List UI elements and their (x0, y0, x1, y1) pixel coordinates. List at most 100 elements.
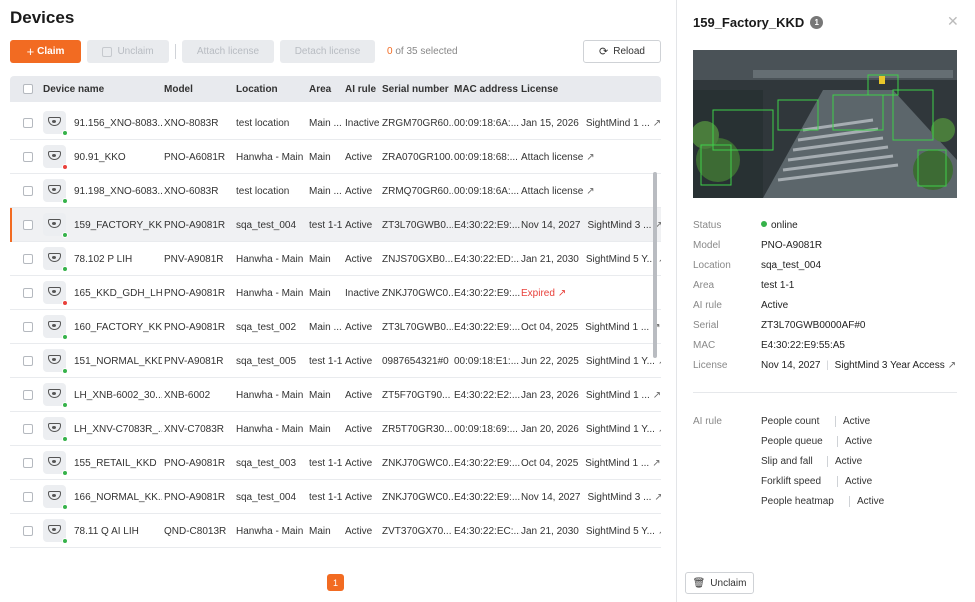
col-ai-rule[interactable]: AI rule (345, 84, 376, 95)
col-location[interactable]: Location (236, 84, 278, 95)
detail-value-model: PNO-A9081R (761, 240, 822, 251)
col-mac-address[interactable]: MAC address (454, 84, 518, 95)
ai-rule-divider (837, 476, 838, 487)
cell-model: XNB-6002 (164, 390, 211, 401)
cell-license[interactable]: Jun 22, 2025 SightMind 1 Y...↗ (521, 356, 661, 367)
camera-icon (43, 315, 68, 340)
close-icon[interactable]: ✕ (947, 13, 959, 30)
col-area[interactable]: Area (309, 84, 331, 95)
table-row[interactable]: 160_FACTORY_KKD PNO-A9081R sqa_test_002 Mai… (10, 310, 661, 344)
row-checkbox[interactable] (23, 492, 33, 502)
detail-value-text: test 1-1 (761, 280, 795, 291)
table-row[interactable]: 159_FACTORY_KKD PNO-A9081R sqa_test_004 tes… (10, 208, 661, 242)
unclaim-button[interactable]: Unclaim (87, 40, 169, 63)
claim-button[interactable]: + Claim (10, 40, 81, 63)
cell-license[interactable]: Nov 14, 2027 SightMind 3 ... ↗ (521, 492, 661, 503)
license-label: License (693, 360, 728, 371)
table-row[interactable]: LH_XNB-6002_30... XNB-6002 Hanwha - Main Ma… (10, 378, 661, 412)
cell-license[interactable]: Jan 15, 2026 SightMind 1 ... ↗ (521, 118, 661, 129)
row-checkbox[interactable] (23, 288, 33, 298)
cell-model: PNO-A9081R (164, 288, 226, 299)
status-dot (62, 470, 68, 476)
license-name: Expired (521, 288, 555, 299)
cell-device-name: 155_RETAIL_KKD (74, 458, 157, 469)
detail-label-model: Model (693, 240, 721, 251)
detail-value-text: ZT3L70GWB0000AF#0 (761, 320, 866, 331)
row-checkbox[interactable] (23, 356, 33, 366)
cell-location: Hanwha - Main (236, 152, 304, 163)
select-all-checkbox[interactable] (23, 84, 33, 94)
detail-divider (693, 392, 957, 393)
cell-license[interactable]: Expired ↗ (521, 288, 661, 299)
license-date: Jan 23, 2026 (521, 390, 579, 401)
cell-license[interactable]: Jan 20, 2026 SightMind 1 Y...↗ (521, 424, 661, 435)
cell-license[interactable]: Attach license ↗ (521, 152, 661, 163)
cell-license[interactable]: Jan 23, 2026 SightMind 1 ... ↗ (521, 390, 661, 401)
table-row[interactable]: 78.102 P LIH PNV-A9081R Hanwha - Main Main A… (10, 242, 661, 276)
table-row[interactable]: 78.11 Q AI LIH QND-C8013R Hanwha - Main Mai… (10, 514, 661, 548)
table-row[interactable]: 90.91_KKO PNO-A6081R Hanwha - Main Main Acti… (10, 140, 661, 174)
info-badge[interactable]: 1 (810, 16, 824, 29)
status-dot (62, 164, 68, 170)
cell-license[interactable]: Nov 14, 2027 SightMind 3 ... ↗ (521, 220, 661, 231)
row-checkbox[interactable] (23, 424, 33, 434)
row-checkbox[interactable] (23, 254, 33, 264)
ai-rule-divider (837, 436, 838, 447)
col-license[interactable]: License (521, 84, 558, 95)
cell-model: XNV-C7083R (164, 424, 225, 435)
cell-license[interactable]: Attach license ↗ (521, 186, 661, 197)
col-device-name[interactable]: Device name (43, 84, 104, 95)
table-row[interactable]: 151_NORMAL_KKD PNV-A9081R sqa_test_005 test… (10, 344, 661, 378)
status-dot (62, 232, 68, 238)
table-row[interactable]: 166_NORMAL_KK... PNO-A9081R sqa_test_004 te… (10, 480, 661, 514)
detail-title-row: 159_Factory_KKD 1 (693, 15, 824, 30)
attach-license-button[interactable]: Attach license (182, 40, 274, 63)
table-row[interactable]: 91.198_XNO-6083... XNO-6083R test location… (10, 174, 661, 208)
cell-ai-rule: Active (345, 322, 373, 333)
cell-ai-rule: Active (345, 152, 373, 163)
cell-license[interactable]: Jan 21, 2030 SightMind 5 Y...↗ (521, 526, 661, 537)
license-name: SightMind 1 ... (585, 322, 650, 333)
table-row[interactable]: 165_KKD_GDH_LHL PNO-A9081R Hanwha - Main Ma… (10, 276, 661, 310)
cell-mac-address: 00:09:18:69:... (454, 424, 518, 435)
license-name: SightMind 5 Y... (585, 254, 655, 265)
cell-license[interactable]: Jan 21, 2030 SightMind 5 Y...↗ (521, 254, 661, 265)
cell-area: Main ... (309, 186, 342, 197)
table-row[interactable]: 91.156_XNO-8083... XNO-8083R test location… (10, 106, 661, 140)
cell-license[interactable]: Oct 04, 2025SightMind 1 ...↗ (521, 458, 661, 469)
col-serial-number[interactable]: Serial number (382, 84, 449, 95)
pagination-page-1[interactable]: 1 (327, 574, 344, 591)
license-date: Oct 04, 2025 (521, 458, 579, 469)
cell-serial-number: ZRMQ70GR60... (382, 186, 453, 197)
row-checkbox[interactable] (23, 118, 33, 128)
table-row[interactable]: LH_XNV-C7083R_... XNV-C7083R Hanwha - Main… (10, 412, 661, 446)
row-checkbox[interactable] (23, 390, 33, 400)
table-scrollbar[interactable] (653, 172, 657, 358)
detail-unclaim-button[interactable]: 🗑 Unclaim (685, 572, 754, 594)
camera-icon (43, 349, 68, 374)
detach-license-button[interactable]: Detach license (280, 40, 375, 63)
online-status-dot (761, 221, 767, 227)
cell-model: PNO-A9081R (164, 322, 226, 333)
cell-location: sqa_test_004 (236, 492, 297, 503)
license-date: Nov 14, 2027 (521, 220, 581, 231)
cell-serial-number: ZT3L70GWB0... (382, 220, 453, 231)
license-name: Attach license (521, 186, 584, 197)
ai-rule-divider (849, 496, 850, 507)
col-model[interactable]: Model (164, 84, 193, 95)
row-checkbox[interactable] (23, 220, 33, 230)
row-checkbox[interactable] (23, 322, 33, 332)
row-checkbox[interactable] (23, 458, 33, 468)
license-name: SightMind 1 ... (585, 390, 650, 401)
camera-icon (43, 383, 68, 408)
row-checkbox[interactable] (23, 152, 33, 162)
row-checkbox[interactable] (23, 526, 33, 536)
table-row[interactable]: 155_RETAIL_KKD PNO-A9081R sqa_test_003 test… (10, 446, 661, 480)
detail-label-mac: MAC (693, 340, 716, 351)
cell-license[interactable]: Oct 04, 2025SightMind 1 ...↗ (521, 322, 661, 333)
row-checkbox[interactable] (23, 186, 33, 196)
license-date: Jan 15, 2026 (521, 118, 579, 129)
cell-model: PNV-A9081R (164, 254, 224, 265)
license-value[interactable]: Nov 14, 2027 | SightMind 3 Year Access ↗ (761, 360, 956, 371)
reload-button[interactable]: ⟳ Reload (583, 40, 661, 63)
